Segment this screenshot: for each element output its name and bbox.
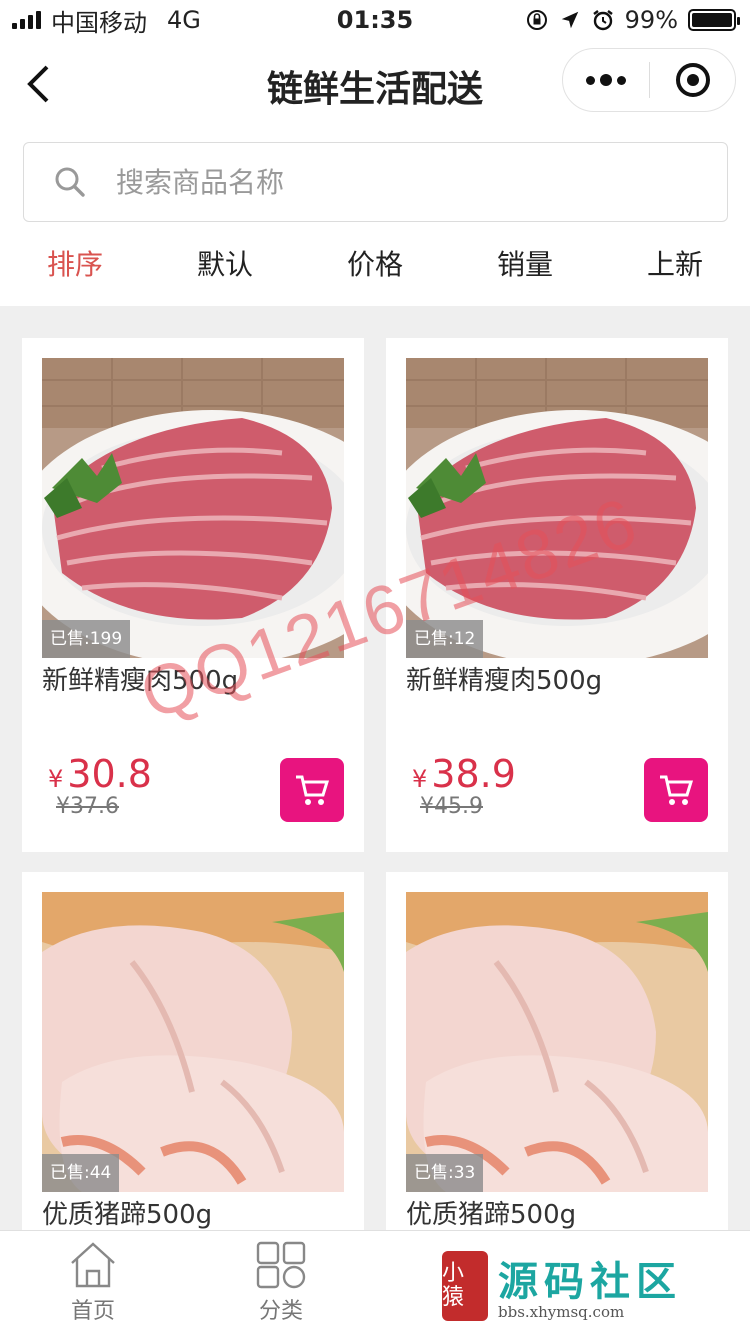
dot-icon: [586, 75, 595, 85]
product-card[interactable]: 已售:199 新鲜精瘦肉500g ¥ 30.8 ¥37.6: [22, 338, 364, 852]
brand-seal-logo: 小 猿: [442, 1251, 488, 1321]
tab-category[interactable]: 分类: [226, 1231, 336, 1334]
product-image-pig-trotters[interactable]: 已售:44: [42, 892, 344, 1192]
category-grid-icon: [256, 1241, 306, 1289]
sort-bar: 排序 默认 价格 销量 上新: [0, 230, 750, 306]
sort-tab-new[interactable]: 上新: [600, 230, 750, 306]
tab-home-label: 首页: [70, 1299, 115, 1324]
price-row: ¥ 30.8: [48, 752, 152, 796]
brand-name: 源码社区: [498, 1259, 682, 1305]
product-price: 30.8: [67, 752, 152, 796]
product-name[interactable]: 优质猪蹄500g: [406, 1194, 576, 1230]
target-icon: [675, 63, 710, 97]
product-card[interactable]: 已售:44 优质猪蹄500g: [22, 872, 364, 1230]
product-image-pig-trotters[interactable]: 已售:33: [406, 892, 708, 1192]
network-label: 4G: [167, 6, 201, 34]
search-area: [0, 128, 750, 230]
sort-tab-sales[interactable]: 销量: [450, 230, 600, 306]
home-icon: [71, 1242, 115, 1288]
tab-home[interactable]: 首页: [38, 1231, 148, 1334]
back-arrow-icon: [27, 65, 49, 103]
product-price: 38.9: [431, 752, 516, 796]
product-name[interactable]: 新鲜精瘦肉500g: [406, 660, 602, 697]
search-box[interactable]: [23, 142, 728, 222]
add-to-cart-button[interactable]: [644, 758, 708, 822]
product-image-pork-slices[interactable]: 已售:12: [406, 358, 708, 658]
sort-tab-default[interactable]: 默认: [150, 230, 300, 306]
sold-count-badge: 已售:12: [406, 620, 484, 658]
status-left: 中国移动 4G: [0, 3, 250, 38]
brand-url: bbs.xhymsq.com: [498, 1303, 625, 1321]
alarm-icon: [592, 10, 613, 31]
status-right: 99%: [500, 6, 750, 34]
orientation-lock-icon: [526, 10, 547, 30]
carrier-label: 中国移动: [51, 8, 147, 37]
product-card[interactable]: 已售:33 优质猪蹄500g: [386, 872, 728, 1230]
close-mini-program-button[interactable]: [650, 49, 735, 111]
currency-symbol: ¥: [412, 765, 428, 793]
product-name[interactable]: 优质猪蹄500g: [42, 1194, 212, 1230]
more-button[interactable]: [563, 49, 649, 111]
sold-count-badge: 已售:33: [406, 1154, 484, 1192]
sold-count-badge: 已售:44: [42, 1154, 120, 1192]
product-grid: 已售:199 新鲜精瘦肉500g ¥ 30.8 ¥37.6 已售:12 新鲜精瘦…: [0, 306, 750, 1230]
tab-category-label: 分类: [258, 1299, 303, 1324]
currency-symbol: ¥: [48, 765, 64, 793]
cart-icon: [296, 775, 330, 805]
brand-watermark: 小 猿 源码社区 bbs.xhymsq.com: [436, 1245, 736, 1325]
sort-tab-price[interactable]: 价格: [300, 230, 450, 306]
battery-fill: [692, 13, 732, 27]
back-button[interactable]: [18, 62, 58, 106]
add-to-cart-button[interactable]: [280, 758, 344, 822]
original-price: ¥45.9: [420, 794, 483, 819]
battery-percent: 99%: [624, 6, 678, 34]
original-price: ¥37.6: [56, 794, 119, 819]
location-icon: [561, 11, 578, 29]
price-row: ¥ 38.9: [412, 752, 516, 796]
mini-program-capsule: [562, 48, 736, 112]
sold-count-badge: 已售:199: [42, 620, 131, 658]
dot-icon: [600, 74, 612, 86]
battery-icon: [688, 9, 740, 31]
clock: 01:35: [336, 6, 414, 34]
cart-icon: [660, 775, 694, 805]
dot-icon: [617, 75, 626, 85]
sort-tab-sort[interactable]: 排序: [0, 230, 150, 306]
status-bar: 中国移动 4G 01:35 99%: [0, 0, 750, 40]
nav-bar: 链鲜生活配送: [0, 40, 750, 128]
signal-icon: [12, 11, 41, 29]
search-icon: [24, 166, 116, 198]
tab-bar: 首页 分类 小 猿 源码社区 bbs.xhymsq.com: [0, 1230, 750, 1334]
product-name[interactable]: 新鲜精瘦肉500g: [42, 660, 238, 697]
product-image-pork-slices[interactable]: 已售:199: [42, 358, 344, 658]
search-input[interactable]: [116, 165, 727, 199]
product-card[interactable]: 已售:12 新鲜精瘦肉500g ¥ 38.9 ¥45.9: [386, 338, 728, 852]
